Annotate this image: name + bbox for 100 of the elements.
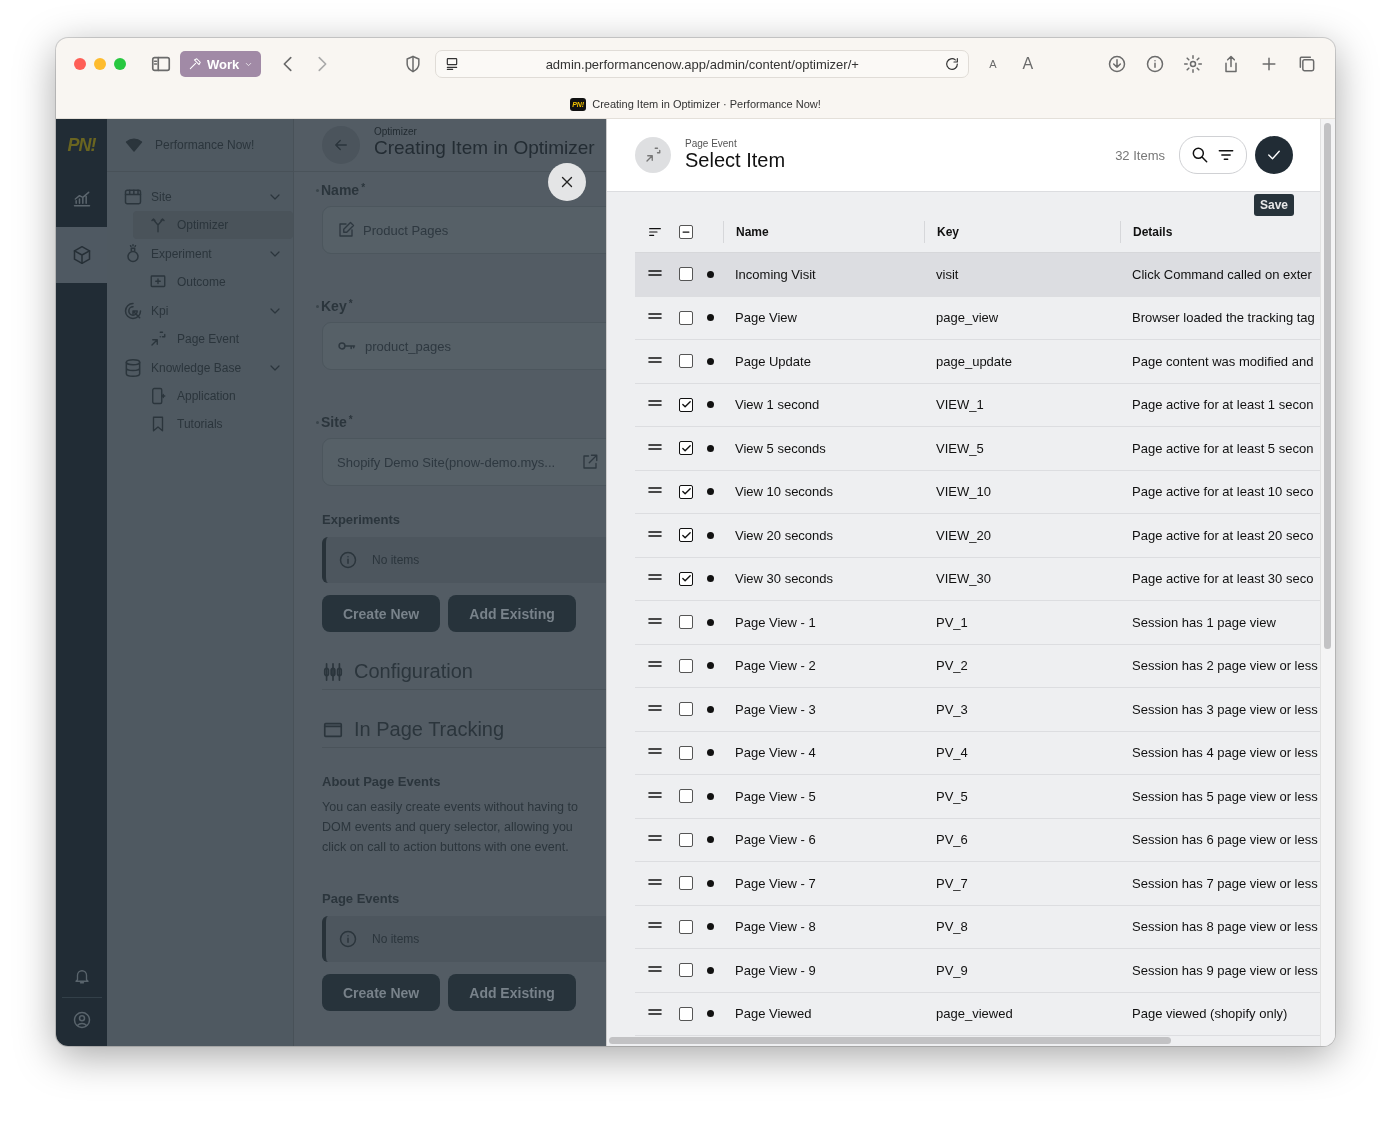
tabs-overview-button[interactable] [1297, 54, 1317, 74]
key-cell-text: VIEW_30 [935, 571, 991, 587]
row-checkbox[interactable] [679, 832, 693, 847]
name-cell-text: Page Update [734, 353, 811, 369]
key-cell-text: VIEW_5 [935, 440, 984, 456]
details-cell-text: Session has 2 page view or less [1131, 658, 1318, 674]
item-count: 32 Items [1115, 147, 1165, 163]
details-cell-text: Session has 9 page view or less [1131, 962, 1318, 978]
sliders-icon [322, 660, 344, 683]
name-cell-text: Page View - 6 [734, 832, 816, 848]
required-mark: * [348, 298, 353, 309]
row-checkbox[interactable] [679, 267, 693, 282]
key-cell-text: PV_4 [935, 745, 968, 761]
name-cell-text: Page View - 5 [734, 788, 816, 804]
row-checkbox[interactable] [679, 354, 693, 369]
vertical-scrollbar[interactable] [1320, 119, 1335, 1046]
add-existing-button[interactable]: Add Existing [448, 595, 576, 632]
row-checkbox[interactable] [679, 397, 693, 412]
bullet-icon [707, 662, 714, 670]
row-checkbox[interactable] [679, 1006, 693, 1021]
create-new-button[interactable]: Create New [322, 974, 441, 1011]
bullet-icon [707, 444, 714, 452]
select-all-checkbox[interactable] [679, 225, 693, 239]
row-checkbox[interactable] [679, 615, 693, 630]
text-larger-button[interactable]: A [1022, 55, 1034, 73]
details-cell-text: Page active for at least 5 secon [1131, 440, 1314, 456]
key-cell-text: PV_9 [935, 962, 968, 978]
bullet-icon [707, 966, 714, 974]
save-button[interactable] [1255, 136, 1293, 174]
name-cell-text: View 10 seconds [734, 484, 834, 500]
bullet-icon [707, 314, 714, 322]
info-icon [1145, 54, 1165, 74]
row-checkbox[interactable] [679, 528, 693, 543]
column-header[interactable]: Details [1120, 221, 1173, 243]
shrink-arrows-icon [149, 330, 167, 348]
search-filter-control[interactable] [1179, 136, 1247, 174]
tab-title[interactable]: Creating Item in Optimizer · Performance Now! [592, 98, 821, 110]
bullet-icon [707, 705, 714, 713]
download-button[interactable] [1107, 54, 1127, 74]
row-checkbox[interactable] [679, 876, 693, 891]
row-checkbox[interactable] [679, 484, 693, 499]
row-checkbox[interactable] [679, 702, 693, 717]
add-existing-button[interactable]: Add Existing [448, 974, 576, 1011]
search-button[interactable] [1190, 145, 1210, 165]
details-cell-text: Session has 7 page view or less [1131, 875, 1318, 891]
text-smaller-button[interactable]: A [989, 58, 997, 70]
info-button[interactable] [1145, 54, 1165, 74]
gear-icon [1183, 54, 1203, 74]
name-cell-text: Incoming Visit [734, 266, 816, 282]
key-cell-text: page_viewed [935, 1006, 1013, 1022]
name-cell-text: View 5 seconds [734, 440, 826, 456]
row-checkbox[interactable] [679, 571, 693, 586]
bullet-icon [707, 836, 714, 844]
details-cell-text: Session has 4 page view or less [1131, 745, 1318, 761]
bullet-icon [707, 401, 714, 409]
settings-button[interactable] [1183, 54, 1203, 74]
key-cell-text: VIEW_10 [935, 484, 991, 500]
profile-button[interactable]: Work [180, 51, 262, 77]
required-mark: * [348, 414, 353, 425]
row-checkbox[interactable] [679, 310, 693, 325]
row-checkbox[interactable] [679, 919, 693, 934]
row-checkbox[interactable] [679, 441, 693, 456]
row-checkbox[interactable] [679, 789, 693, 804]
name-cell-text: Page Viewed [734, 1006, 812, 1022]
name-cell-text: View 20 seconds [734, 527, 834, 543]
column-header[interactable]: Key [924, 221, 959, 243]
bullet-icon [707, 357, 714, 365]
target-cursor-icon [123, 300, 143, 321]
horizontal-scrollbar[interactable] [609, 1037, 1171, 1044]
info-icon [338, 550, 358, 570]
edit-icon [337, 221, 355, 239]
key-cell-text: PV_5 [935, 788, 968, 804]
row-checkbox[interactable] [679, 745, 693, 760]
name-cell-text: View 1 second [734, 397, 820, 413]
save-tooltip: Save [1253, 194, 1294, 216]
details-cell-text: Browser loaded the tracking tag [1131, 310, 1315, 326]
name-cell-text: Page View - 2 [734, 658, 816, 674]
details-cell-text: Page viewed (shopify only) [1131, 1006, 1288, 1022]
wifi-logo-icon [125, 136, 143, 154]
window-controls[interactable] [74, 58, 126, 70]
column-header[interactable]: Name [723, 221, 769, 243]
details-cell-text: Page active for at least 1 secon [1131, 397, 1314, 413]
name-cell-text: View 30 seconds [734, 571, 834, 587]
row-checkbox[interactable] [679, 658, 693, 673]
name-cell-text: Page View - 9 [734, 962, 816, 978]
bullet-icon [707, 923, 714, 931]
bullet-icon [707, 270, 714, 278]
fork-icon [149, 216, 167, 234]
create-new-button[interactable]: Create New [322, 595, 441, 632]
key-cell-text: VIEW_1 [935, 397, 984, 413]
key-cell-text: PV_1 [935, 614, 968, 630]
key-cell-text: page_view [935, 310, 999, 326]
row-checkbox[interactable] [679, 963, 693, 978]
name-cell-text: Page View - 7 [734, 875, 816, 891]
details-cell-text: Session has 1 page view [1131, 614, 1276, 630]
user-icon [71, 1010, 92, 1030]
address-bar[interactable]: admin.performancenow.app/admin/content/optimizer/+ [435, 50, 970, 78]
key-cell-text: visit [935, 266, 959, 282]
bullet-icon [707, 879, 714, 887]
bullet-icon [707, 792, 714, 800]
